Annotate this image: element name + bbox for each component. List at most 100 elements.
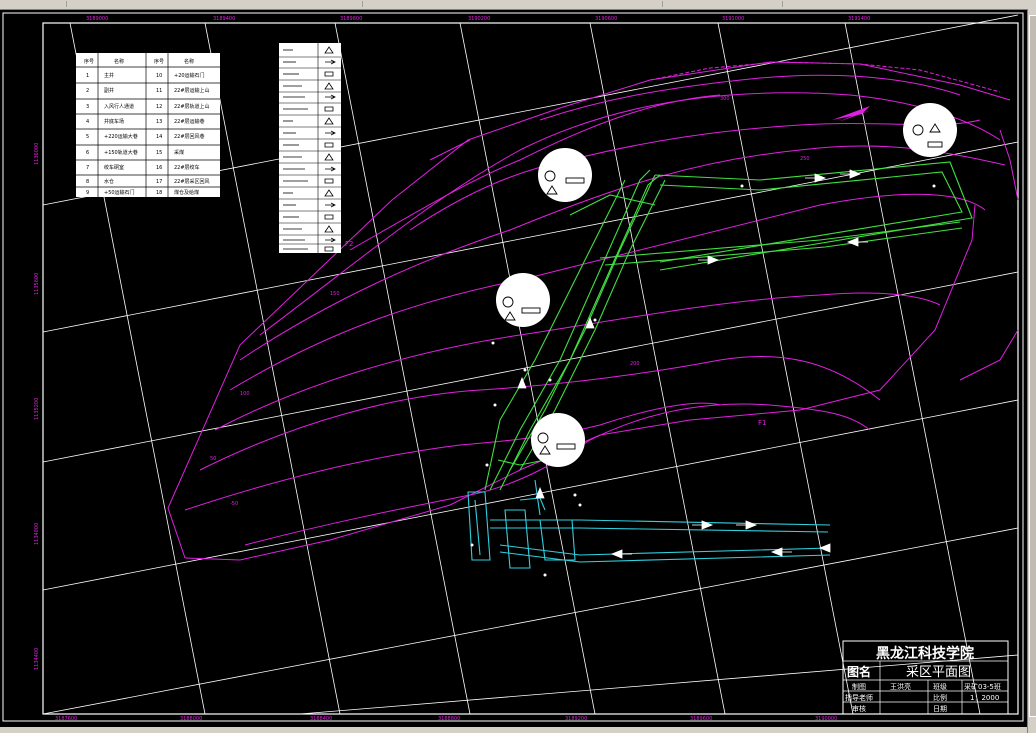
table-cell: 12 [156, 104, 162, 110]
mining-boundary [184, 204, 976, 561]
horizontal-scrollbar[interactable] [0, 727, 1027, 733]
table-cell: 22#层采区回风 [174, 178, 210, 185]
callout-circle [531, 413, 585, 467]
coord-label-bottom: 3190000 [815, 716, 837, 722]
coord-label-bottom: 3189600 [690, 716, 712, 722]
station-markers [470, 184, 936, 577]
table-cell: 3 [86, 104, 89, 110]
coord-label-left: 1135600 [34, 273, 40, 295]
table-cell: +50运输石门 [104, 189, 135, 196]
contour-label: -50 [230, 501, 238, 507]
table-cell: 2 [86, 88, 89, 94]
callout-circle [496, 273, 550, 327]
contour-label: 50 [210, 456, 216, 462]
label-date: 日期 [933, 705, 947, 713]
coord-label-top: 3189400 [213, 16, 235, 22]
table-cell: 副井 [104, 87, 114, 94]
table-cell: 13 [156, 119, 162, 125]
scale-value: 1：2000 [970, 694, 999, 702]
contour-label: 150 [330, 291, 340, 297]
roadway [519, 497, 546, 511]
fault-arrow [832, 106, 872, 122]
cad-drawing-canvas[interactable]: 3189000 3189400 3189800 3190200 3190600 … [0, 9, 1027, 727]
callout-circle [538, 148, 592, 202]
table-cell: 16 [156, 165, 162, 171]
table-cell: 9 [86, 190, 89, 196]
coord-label-top: 3190200 [468, 16, 490, 22]
table-header: 序号 [84, 58, 94, 65]
label-review: 审核 [852, 704, 866, 713]
coord-label-top: 3189800 [340, 16, 362, 22]
roadway [474, 499, 481, 556]
roadway [599, 221, 961, 259]
coord-label-bottom: 3189200 [565, 716, 587, 722]
coord-label-bottom: 3187600 [55, 716, 77, 722]
contour-label: 200 [630, 361, 640, 367]
table-cell: 采煤 [174, 149, 184, 156]
table-cell: 11 [156, 88, 162, 94]
callout-circle [903, 103, 957, 157]
coord-label-top: 3191000 [722, 16, 744, 22]
title-block: 黑龙江科技学院 图名 采区平面图 制图 王洪亮 班级 采矿03-5班 指导老师 … [842, 640, 1009, 715]
table-cell: 8 [86, 179, 89, 185]
toolbar-segment[interactable] [66, 1, 363, 7]
table-cell: 17 [156, 179, 162, 185]
coord-label-bottom: 3188000 [180, 716, 202, 722]
boundary-dashed [649, 61, 1001, 93]
table-header: 序号 [154, 58, 164, 65]
roadway [604, 227, 963, 266]
coord-label-top: 3191400 [848, 16, 870, 22]
institution-name: 黑龙江科技学院 [876, 645, 974, 662]
table-cell: 18 [156, 190, 162, 196]
scrollbar-thumb[interactable] [1029, 15, 1036, 717]
label-advisor: 指导老师 [845, 693, 873, 702]
legend-table [279, 43, 341, 253]
drawing-name: 采区平面图 [906, 665, 971, 680]
coord-label-bottom: 3188400 [310, 716, 332, 722]
table-cell: 主井 [104, 72, 114, 79]
table-header: 名称 [184, 58, 194, 65]
contour-label: 250 [800, 156, 810, 162]
coord-label-left: 1135200 [34, 398, 40, 420]
toolbar-segment[interactable] [0, 1, 67, 7]
table-cell: +150轨道大巷 [104, 149, 138, 156]
table-header: 名称 [114, 58, 124, 65]
label-drafter: 制图 [852, 682, 866, 691]
cyan-roadways [467, 479, 831, 569]
table-cell: 14 [156, 134, 162, 140]
coord-label-bottom: 3188800 [438, 716, 460, 722]
table-cell: 22#层轨道上山 [174, 103, 210, 110]
coord-label-left: 1134400 [34, 648, 40, 670]
table-cell: 煤仓及给煤 [174, 189, 199, 196]
table-cell: 15 [156, 150, 162, 156]
table-cell: 4 [86, 119, 89, 125]
table-cell: 7 [86, 165, 89, 171]
table-cell: 22#层运输上山 [174, 87, 210, 94]
vertical-scrollbar[interactable] [1027, 9, 1036, 733]
table-cell: 绞车硐室 [104, 164, 124, 171]
class-name: 采矿03-5班 [964, 682, 1001, 691]
table-cell: 1 [86, 73, 89, 79]
legend-background [279, 43, 341, 253]
toolbar-segment[interactable] [662, 1, 783, 7]
toolbar-segment[interactable] [362, 1, 663, 7]
label-scale: 比例 [933, 693, 947, 702]
seam-label: F2 [345, 240, 353, 248]
roadway [504, 509, 531, 569]
label-class: 班级 [933, 682, 947, 691]
coord-label-left: 1136000 [34, 143, 40, 165]
equipment-callouts [496, 103, 957, 467]
coord-label-top: 3189000 [86, 16, 108, 22]
contour-label: 100 [240, 391, 250, 397]
table-cell: 5 [86, 134, 89, 140]
table-cell: 水仓 [104, 178, 114, 185]
table-cell: 10 [156, 73, 162, 79]
label-drawing-name: 图名 [847, 664, 871, 679]
table-cell: 6 [86, 150, 89, 156]
roadway-table: 序号 名称 序号 名称 1 主井 10 +20运输石门 2 副井 11 22#层运输上山 3 入风行人通道… [76, 53, 220, 197]
table-cell: 井底车场 [104, 118, 124, 125]
table-cell: 22#层回风巷 [174, 134, 205, 140]
table-cell: +20运输石门 [174, 72, 205, 79]
seam-label: F1 [758, 419, 766, 427]
table-cell: 入风行人通道 [104, 103, 134, 110]
